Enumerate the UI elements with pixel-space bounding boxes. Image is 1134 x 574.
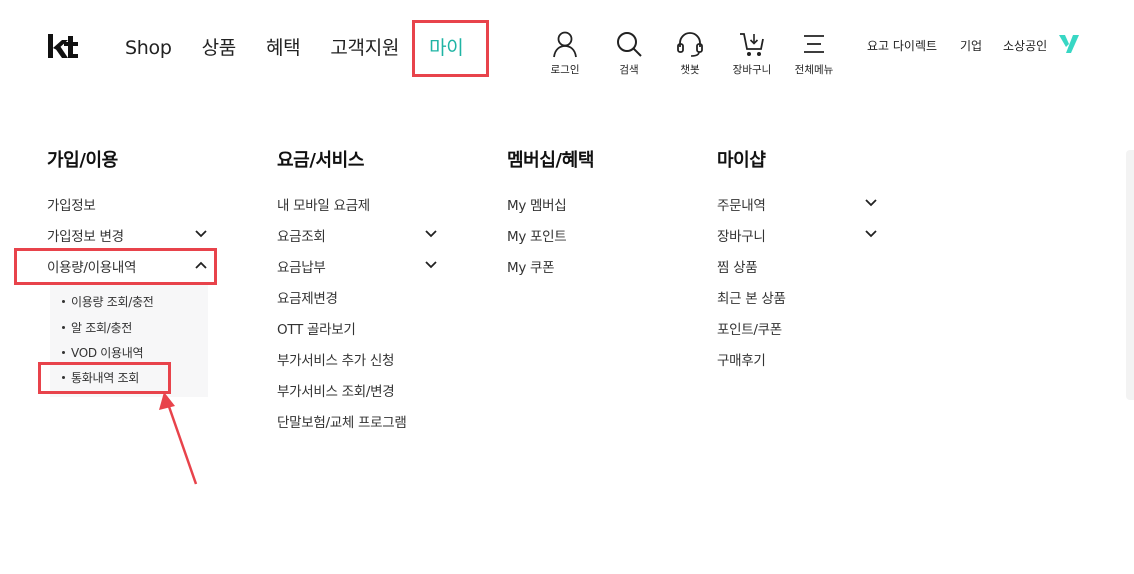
menu-recent-products[interactable]: 최근 본 상품 — [717, 287, 786, 307]
menu-col1-title: 가입/이용 — [47, 150, 118, 171]
chevron-down-icon[interactable] — [194, 229, 208, 239]
submenu-label: VOD 이용내역 — [71, 346, 144, 360]
bullet-icon — [62, 351, 65, 354]
small-business-link[interactable]: 소상공인 — [1003, 37, 1047, 54]
gnb-my[interactable]: 마이 — [429, 34, 464, 62]
chevron-down-icon[interactable] — [424, 229, 438, 239]
menu-my-coupon[interactable]: My 쿠폰 — [507, 256, 555, 276]
menu-join-info[interactable]: 가입정보 — [47, 194, 96, 214]
chevron-up-icon[interactable] — [194, 260, 208, 270]
gnb-shop[interactable]: Shop — [125, 34, 172, 62]
menu-col2-title: 요금/서비스 — [277, 150, 364, 171]
annotation-arrow — [159, 392, 198, 485]
submenu-label: 알 조회/충전 — [71, 321, 132, 335]
menu-my-membership[interactable]: My 멤버십 — [507, 194, 567, 214]
login-button[interactable]: 로그인 — [535, 30, 595, 77]
submenu-label: 통화내역 조회 — [71, 371, 139, 385]
menu-usage-history[interactable]: 이용량/이용내역 — [47, 256, 136, 276]
gnb-support[interactable]: 고객지원 — [330, 34, 399, 62]
cart-label: 장바구니 — [732, 64, 772, 76]
menu-my-mobile-plan[interactable]: 내 모바일 요금제 — [277, 194, 370, 214]
global-nav: Shop 상품 혜택 고객지원 마이 — [125, 34, 493, 62]
menu-order-history[interactable]: 주문내역 — [717, 194, 766, 214]
search-icon — [617, 32, 642, 57]
business-link[interactable]: 기업 — [960, 37, 982, 54]
cart-icon — [740, 33, 764, 56]
menu-col4-title: 마이샵 — [717, 150, 766, 171]
submenu-vod-history[interactable]: VOD 이용내역 — [62, 344, 144, 361]
menu-reviews[interactable]: 구매후기 — [717, 349, 766, 369]
bullet-icon — [62, 376, 65, 379]
gnb-benefits[interactable]: 혜택 — [266, 34, 301, 62]
chevron-down-icon[interactable] — [864, 198, 878, 208]
menu-addon-change[interactable]: 부가서비스 조회/변경 — [277, 380, 395, 400]
menu-col3-title: 멤버십/혜택 — [507, 150, 594, 171]
bullet-icon — [62, 326, 65, 329]
gnb-products[interactable]: 상품 — [202, 34, 237, 62]
yogo-direct-link[interactable]: 요고 다이렉트 — [867, 37, 937, 54]
y-brand-icon[interactable] — [1058, 33, 1080, 55]
site-header: Shop 상품 혜택 고객지원 마이 로그인 검색 챗봇 장바구니 전체메뉴 요… — [0, 0, 1134, 100]
usage-submenu: 이용량 조회/충전 알 조회/충전 VOD 이용내역 통화내역 조회 — [50, 285, 208, 397]
menu-point-coupon[interactable]: 포인트/쿠폰 — [717, 318, 782, 338]
menu-join-info-change[interactable]: 가입정보 변경 — [47, 225, 124, 245]
menu-device-insurance[interactable]: 단말보험/교체 프로그램 — [277, 411, 407, 431]
user-icon — [553, 31, 577, 58]
chatbot-label: 챗봇 — [680, 64, 700, 76]
bullet-icon — [62, 300, 65, 303]
submenu-usage-charge[interactable]: 이용량 조회/충전 — [62, 293, 154, 310]
menu-addon-apply[interactable]: 부가서비스 추가 신청 — [277, 349, 394, 369]
search-button[interactable]: 검색 — [599, 30, 659, 77]
chevron-down-icon[interactable] — [424, 260, 438, 270]
scrollbar[interactable] — [1126, 150, 1134, 400]
chevron-down-icon[interactable] — [864, 229, 878, 239]
all-menu-label: 전체메뉴 — [794, 64, 834, 76]
cart-button[interactable]: 장바구니 — [722, 30, 782, 77]
all-menu-button[interactable]: 전체메뉴 — [784, 30, 844, 77]
menu-my-point[interactable]: My 포인트 — [507, 225, 567, 245]
menu-plan-change[interactable]: 요금제변경 — [277, 287, 338, 307]
submenu-call-history[interactable]: 통화내역 조회 — [62, 369, 139, 386]
search-label: 검색 — [619, 64, 639, 76]
menu-fee-payment[interactable]: 요금납부 — [277, 256, 326, 276]
submenu-label: 이용량 조회/충전 — [71, 295, 154, 309]
login-label: 로그인 — [550, 64, 580, 76]
hamburger-menu-icon — [804, 35, 824, 53]
kt-logo[interactable] — [46, 32, 82, 64]
menu-cart[interactable]: 장바구니 — [717, 225, 766, 245]
menu-ott[interactable]: OTT 골라보기 — [277, 318, 356, 338]
chatbot-button[interactable]: 챗봇 — [660, 30, 720, 77]
menu-fee-inquiry[interactable]: 요금조회 — [277, 225, 326, 245]
headset-icon — [677, 32, 703, 57]
submenu-al-charge[interactable]: 알 조회/충전 — [62, 319, 132, 336]
menu-wishlist[interactable]: 찜 상품 — [717, 256, 758, 276]
